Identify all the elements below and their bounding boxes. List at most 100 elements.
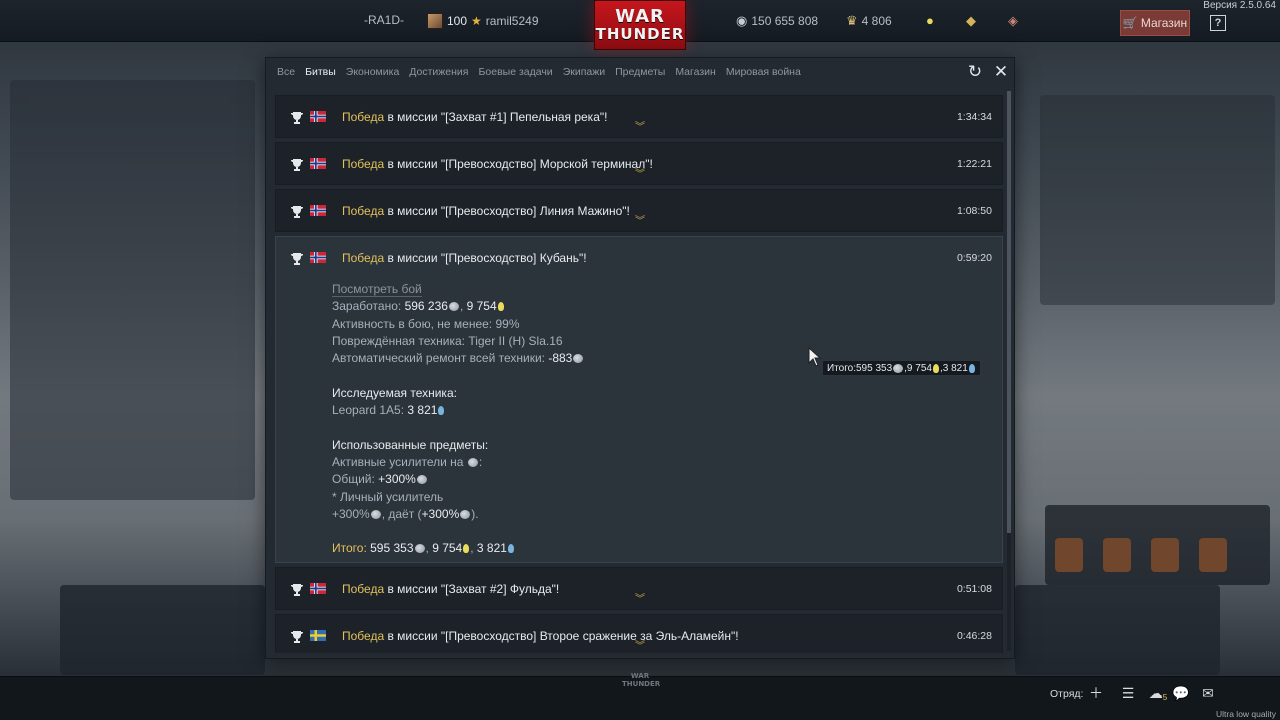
- battle-row[interactable]: Победа в миссии "[Превосходство] Линия М…: [275, 189, 1003, 232]
- general-booster-line: Общий: +300%: [332, 471, 932, 488]
- mouse-cursor-icon: [808, 347, 822, 367]
- silver-lions-icon: ◉: [736, 13, 748, 28]
- close-icon: ✕: [993, 62, 1009, 81]
- battle-title: Победа в миссии "[Превосходство] Морской…: [342, 157, 653, 171]
- research-points-icon: [497, 302, 504, 312]
- watch-battle-link[interactable]: Посмотреть бой: [332, 282, 422, 297]
- battle-title: Победа в миссии "[Превосходство] Линия М…: [342, 204, 630, 218]
- battle-details: Посмотреть бой Заработано: 596 236, 9 75…: [332, 281, 932, 558]
- friends-count: 5: [1162, 692, 1168, 702]
- silver-lions-icon: [416, 475, 427, 485]
- tab-battle-tasks[interactable]: Боевые задачи: [474, 65, 558, 79]
- friends-icon: ☁: [1148, 684, 1163, 701]
- username: ramil5249: [485, 14, 539, 28]
- earned-line: Заработано: 596 236, 9 754: [332, 298, 932, 315]
- war-thunder-logo: WAR THUNDER: [594, 0, 686, 50]
- profile-info[interactable]: 100 ★ ramil5249: [427, 13, 539, 29]
- trophy-icon: [291, 159, 303, 171]
- eagles-value: 4 806: [861, 14, 892, 28]
- contacts-list-button[interactable]: ☰: [1119, 684, 1137, 702]
- chevron-down-icon[interactable]: ︾: [635, 595, 645, 605]
- friends-button[interactable]: ☁ 5: [1146, 684, 1170, 702]
- trophy-icon: [291, 584, 303, 596]
- logo-text-thunder: THUNDER: [595, 25, 685, 43]
- tab-world-war[interactable]: Мировая война: [721, 65, 806, 79]
- norway-flag-icon: [310, 583, 326, 594]
- cart-icon: 🛒: [1122, 16, 1138, 30]
- vehicle-research-icon: [507, 544, 514, 554]
- tab-items[interactable]: Предметы: [610, 65, 670, 79]
- total-tooltip: Итого: 595 353, 9 754, 3 821: [822, 360, 981, 376]
- shop-button-label: Магазин: [1140, 16, 1188, 30]
- battle-row[interactable]: Победа в миссии "[Превосходство] Морской…: [275, 142, 1003, 185]
- tab-crews[interactable]: Экипажи: [558, 65, 610, 79]
- tab-achievements[interactable]: Достижения: [404, 65, 473, 79]
- eagles-balance[interactable]: ♛ 4 806: [846, 13, 892, 29]
- premium-diamond-icon: ◆: [966, 13, 976, 28]
- scrollbar[interactable]: [1007, 91, 1011, 651]
- research-points-icon: [932, 363, 939, 373]
- boosters-line: Активные усилители на :: [332, 454, 483, 469]
- chevron-down-icon[interactable]: ︾: [635, 123, 645, 133]
- clan-tag[interactable]: -RA1D-: [364, 13, 404, 27]
- silver-lions-balance[interactable]: ◉ 150 655 808: [736, 13, 818, 29]
- personal-booster-value-line: +300%, даёт (+300%).: [332, 506, 479, 521]
- refresh-button[interactable]: ↻: [966, 62, 984, 81]
- trophy-icon: [291, 206, 303, 218]
- silver-lions-icon: [573, 354, 584, 364]
- vehicle-research-icon: [968, 363, 975, 373]
- sweden-flag-icon: [310, 630, 326, 641]
- chevron-down-icon[interactable]: ︾: [635, 170, 645, 180]
- battle-time: 0:59:20: [956, 252, 992, 264]
- mail-icon: ✉: [1202, 684, 1214, 701]
- squad-label: Отряд:: [1050, 688, 1084, 700]
- version-label: Версия 2.5.0.64: [1203, 0, 1276, 11]
- battle-row[interactable]: Победа в миссии "[Захват #1] Пепельная р…: [275, 95, 1003, 138]
- shop-button[interactable]: 🛒 Магазин: [1120, 10, 1190, 36]
- chat-button[interactable]: 💬: [1172, 684, 1190, 702]
- add-squad-button[interactable]: ＋: [1087, 684, 1105, 702]
- mail-button[interactable]: ✉: [1199, 684, 1217, 702]
- tab-all[interactable]: Все: [272, 65, 300, 79]
- trophy-icon: [291, 253, 303, 265]
- chevron-down-icon[interactable]: ︾: [635, 642, 645, 652]
- tab-shop[interactable]: Магазин: [670, 65, 721, 79]
- battle-time: 1:34:34: [956, 111, 992, 123]
- logo-text-war: WAR: [615, 6, 665, 27]
- premium-button[interactable]: ◆: [966, 13, 976, 29]
- close-button[interactable]: ✕: [992, 62, 1010, 81]
- battle-title: Победа в миссии "[Превосходство] Второе …: [342, 629, 739, 643]
- list-icon: ☰: [1121, 684, 1135, 701]
- silver-lions-icon: [460, 509, 471, 519]
- trophy-icon: [291, 112, 303, 124]
- norway-flag-icon: [310, 252, 326, 263]
- silver-lions-icon: [893, 363, 904, 373]
- refresh-icon: ↻: [967, 62, 983, 81]
- tab-economy[interactable]: Экономика: [341, 65, 404, 79]
- battle-row[interactable]: Победа в миссии "[Захват #2] Фульда"! 0:…: [275, 567, 1003, 610]
- avatar: [427, 13, 443, 29]
- silver-lions-icon: [414, 544, 425, 554]
- norway-flag-icon: [310, 111, 326, 122]
- quality-label: Ultra low quality: [1216, 709, 1276, 719]
- battle-row[interactable]: Победа в миссии "[Превосходство] Второе …: [275, 614, 1003, 653]
- vehicle-research-icon: [438, 406, 445, 416]
- tab-battles[interactable]: Битвы: [300, 65, 341, 79]
- question-icon: ?: [1214, 17, 1222, 29]
- log-tabs: Все Битвы Экономика Достижения Боевые за…: [272, 65, 806, 79]
- free-exp-button[interactable]: ●: [926, 13, 934, 28]
- coupon-button[interactable]: ◈: [1008, 13, 1018, 29]
- personal-booster-line: * Личный усилитель: [332, 489, 444, 504]
- chat-icon: 💬: [1172, 684, 1190, 701]
- scrollbar-thumb[interactable]: [1007, 91, 1011, 533]
- norway-flag-icon: [310, 205, 326, 216]
- battle-time: 1:22:21: [956, 158, 992, 170]
- help-button[interactable]: ?: [1210, 15, 1226, 31]
- battle-time: 1:08:50: [956, 205, 992, 217]
- battle-row-expanded[interactable]: Победа в миссии "[Превосходство] Кубань"…: [275, 236, 1003, 563]
- chevron-down-icon[interactable]: ︾: [635, 217, 645, 227]
- norway-flag-icon: [310, 158, 326, 169]
- research-points-icon: [463, 544, 470, 554]
- battle-log-panel: Все Битвы Экономика Достижения Боевые за…: [265, 57, 1015, 659]
- battle-title: Победа в миссии "[Превосходство] Кубань"…: [342, 251, 587, 265]
